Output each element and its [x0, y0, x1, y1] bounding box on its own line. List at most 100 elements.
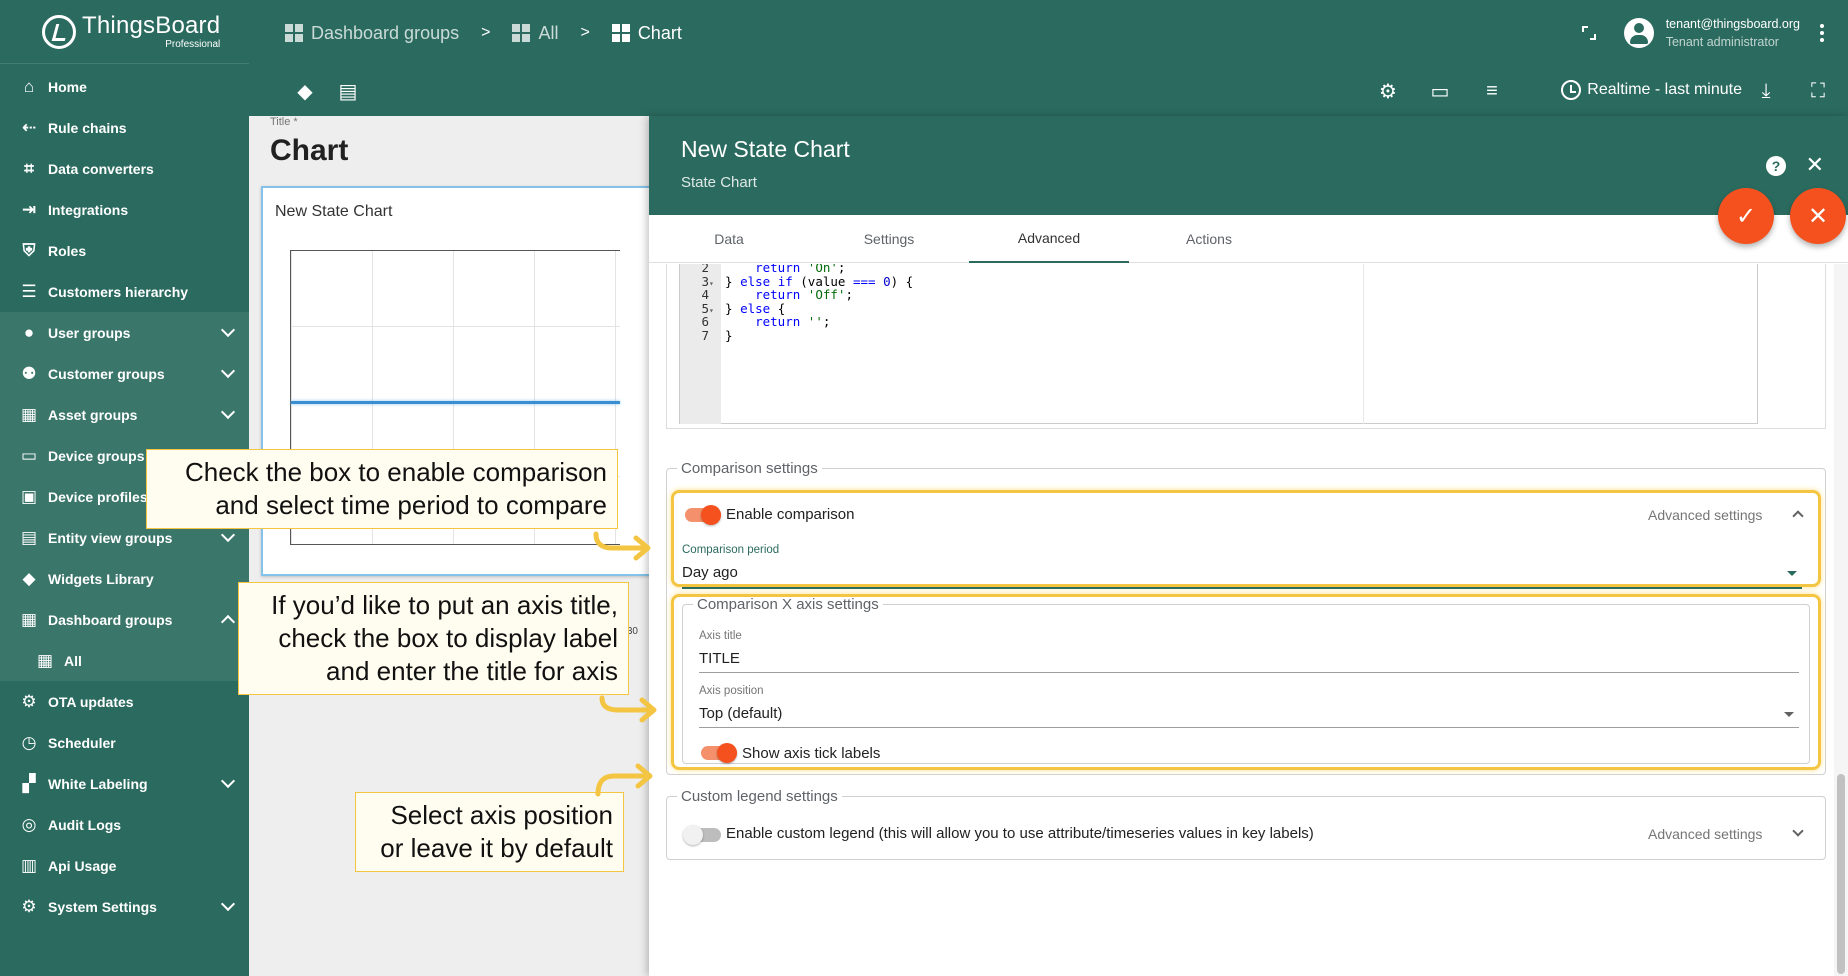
sidebar-item-widgets-library[interactable]: ◆ Widgets Library: [0, 558, 249, 599]
callout-arrow-comparison: [593, 531, 651, 561]
apply-button[interactable]: ✓: [1718, 188, 1774, 244]
dashboard-icon: ▦: [20, 609, 38, 629]
domain-icon: ▦: [20, 404, 38, 424]
people-icon: ⚉: [21, 363, 37, 383]
breadcrumb-dashboard-groups[interactable]: Dashboard groups: [285, 23, 459, 44]
callout-line: Check the box to enable comparison: [184, 457, 607, 487]
show-axis-ticks-label: Show axis tick labels: [742, 745, 881, 762]
devices-icon[interactable]: ▭: [1429, 80, 1451, 103]
dashboard-icon: [512, 24, 531, 42]
logo[interactable]: ThingsBoard Professional: [0, 0, 249, 64]
breadcrumb-separator: >: [580, 24, 590, 41]
chevron-down-icon[interactable]: [220, 363, 236, 379]
sidebar-item-scheduler[interactable]: ◷ Scheduler: [0, 722, 249, 763]
timewindow-button[interactable]: Realtime - last minute: [1561, 80, 1742, 100]
sidebar-item-label: Audit Logs: [48, 816, 122, 833]
comparison-advanced-settings[interactable]: Advanced settings: [1648, 507, 1762, 523]
cancel-button[interactable]: ✕: [1790, 188, 1846, 244]
chevron-down-icon[interactable]: [220, 527, 236, 543]
dashboard-icon: [611, 24, 630, 42]
panel-subtitle: State Chart: [681, 174, 757, 191]
axis-position-select[interactable]: Top (default): [699, 705, 782, 722]
user-info[interactable]: tenant@thingsboard.org Tenant administra…: [1666, 15, 1800, 51]
dropdown-arrow-icon[interactable]: [1787, 571, 1797, 576]
sidebar-item-dashboard-groups[interactable]: ▦ Dashboard groups: [0, 599, 249, 640]
tab-advanced[interactable]: Advanced: [969, 215, 1129, 263]
breadcrumb-label: All: [538, 22, 559, 43]
sidebar-item-white-labeling[interactable]: ▞ White Labeling: [0, 763, 249, 804]
sidebar-item-roles[interactable]: ⛨ Roles: [0, 230, 249, 271]
settings-icon[interactable]: ⚙: [1377, 80, 1399, 103]
sidebar-item-label: System Settings: [48, 898, 157, 915]
help-icon[interactable]: ?: [1766, 156, 1786, 176]
sidebar-item-rule-chains[interactable]: ⇠ Rule chains: [0, 107, 249, 148]
layout-icon[interactable]: ▤: [337, 80, 359, 103]
sidebar-item-audit-logs[interactable]: ◎ Audit Logs: [0, 804, 249, 845]
enable-custom-legend-toggle[interactable]: [683, 825, 721, 845]
entity-view-icon: ▤: [20, 527, 38, 547]
sidebar-item-label: Asset groups: [48, 406, 138, 423]
converter-icon: ⌗: [24, 158, 34, 178]
chevron-down-icon[interactable]: [220, 773, 236, 789]
breadcrumb-label: Dashboard groups: [311, 22, 460, 43]
chevron-down-icon[interactable]: [220, 322, 236, 338]
tab-actions[interactable]: Actions: [1129, 215, 1289, 263]
comparison-period-underline: [682, 587, 1802, 589]
chevron-down-icon[interactable]: [220, 896, 236, 912]
code-text[interactable]: }: [721, 328, 733, 343]
download-icon[interactable]: ⤓: [1755, 80, 1777, 102]
chevron-up-icon[interactable]: [220, 614, 236, 630]
breadcrumb-label: Chart: [637, 22, 682, 43]
panel-tabs: Data Settings Advanced Actions: [649, 215, 1848, 263]
breadcrumb-all[interactable]: All: [512, 23, 558, 44]
layers-icon[interactable]: ◆: [294, 80, 316, 103]
sidebar-item-label: Roles: [48, 242, 87, 259]
panel-header: New State Chart State Chart ? ✕: [649, 116, 1848, 215]
sidebar-item-customers-hierarchy[interactable]: ☰ Customers hierarchy: [0, 271, 249, 312]
fullscreen-icon[interactable]: [1581, 26, 1596, 40]
sidebar-item-integrations[interactable]: ⇥ Integrations: [0, 189, 249, 230]
sidebar-item-label: Widgets Library: [48, 570, 154, 587]
comparison-period-select[interactable]: Day ago: [682, 564, 738, 581]
sidebar-item-asset-groups[interactable]: ▦ Asset groups: [0, 394, 249, 435]
tab-settings[interactable]: Settings: [809, 215, 969, 263]
sidebar-item-ota-updates[interactable]: ⚙ OTA updates: [0, 681, 249, 722]
axis-title-input[interactable]: TITLE: [699, 650, 740, 667]
callout-arrow-axis-title: [599, 695, 657, 723]
chevron-down-icon[interactable]: [220, 404, 236, 420]
sidebar-item-customer-groups[interactable]: ⚉ Customer groups: [0, 353, 249, 394]
scroll-thumb[interactable]: [1837, 774, 1845, 974]
tab-data[interactable]: Data: [649, 215, 809, 263]
dropdown-arrow-icon[interactable]: [1784, 712, 1794, 717]
sidebar-item-label: Entity view groups: [48, 529, 173, 546]
devices-icon: ▭: [20, 445, 38, 465]
code-text[interactable]: return '';: [721, 314, 830, 329]
settings-icon: ⚙: [21, 896, 37, 916]
panel-scrollbar[interactable]: [1834, 264, 1848, 976]
sidebar-item-all[interactable]: ▦ All: [0, 640, 249, 681]
sidebar-item-home[interactable]: ⌂ Home: [0, 66, 249, 107]
rule-chain-icon: ⇠: [21, 117, 37, 137]
more-vert-icon[interactable]: [1820, 24, 1824, 42]
sidebar-item-system-settings[interactable]: ⚙ System Settings: [0, 886, 249, 927]
sidebar-item-user-groups[interactable]: ● User groups: [0, 312, 249, 353]
sidebar-item-data-converters[interactable]: ⌗ Data converters: [0, 148, 249, 189]
avatar[interactable]: [1623, 18, 1654, 48]
fullscreen-icon[interactable]: ⛶: [1807, 80, 1829, 102]
close-icon[interactable]: ✕: [1806, 154, 1824, 176]
integration-icon: ⇥: [21, 199, 37, 219]
sidebar-item-api-usage[interactable]: ▥ Api Usage: [0, 845, 249, 886]
show-axis-ticks-toggle[interactable]: [701, 743, 737, 763]
dashboard-title[interactable]: Chart: [270, 134, 348, 168]
callout-line: and enter the title for axis: [326, 656, 618, 686]
enable-comparison-toggle[interactable]: [685, 505, 721, 525]
code-editor[interactable]: 2 return 'On'; 3▾} else if (value === 0) …: [679, 264, 1758, 424]
filter-icon[interactable]: ≡: [1481, 80, 1503, 102]
sidebar-item-label: Data converters: [48, 160, 154, 177]
custom-legend-advanced-settings[interactable]: Advanced settings: [1648, 826, 1762, 842]
axis-position-label: Axis position: [699, 685, 764, 697]
chart-series-line: [291, 401, 620, 404]
sidebar-item-label: All: [64, 652, 82, 669]
comparison-period-label: Comparison period: [682, 544, 780, 556]
panel-title: New State Chart: [681, 136, 850, 162]
